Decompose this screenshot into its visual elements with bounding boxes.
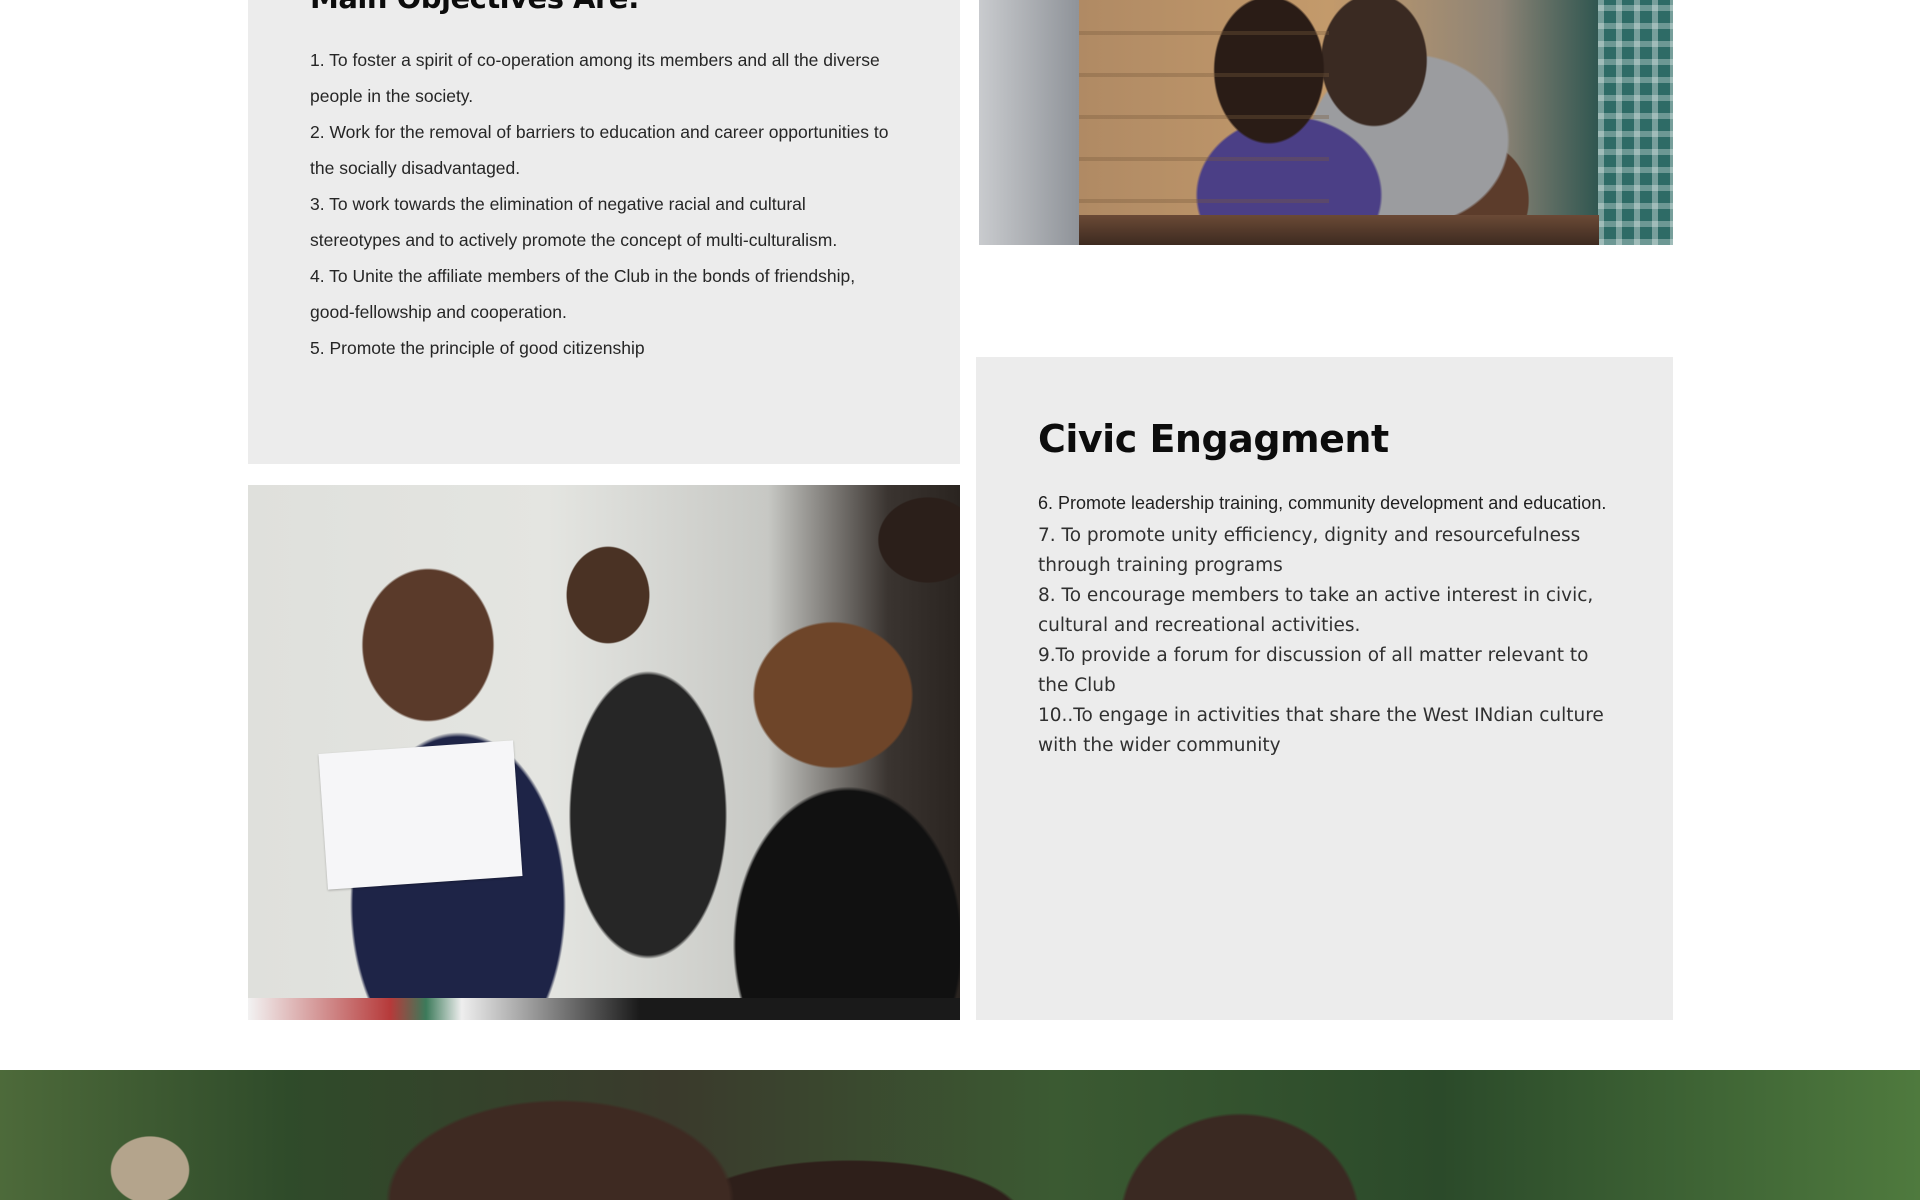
civic-engagement-list: 6. Promote leadership training, communit… <box>1038 485 1613 761</box>
clasped-hands-banner-photo <box>0 1070 1920 1200</box>
volunteer-shirt-sleeve <box>979 0 1079 245</box>
tablecloth <box>248 998 960 1020</box>
objective-item-5: 5. Promote the principle of good citizen… <box>310 338 645 358</box>
civic-item-9: 9.To provide a forum for discussion of a… <box>1038 645 1589 696</box>
cardboard-shelves <box>1079 0 1329 245</box>
objective-item-3: 3. To work towards the elimination of ne… <box>310 194 838 250</box>
food-table <box>1079 215 1599 245</box>
civic-engagement-heading: Civic Engagment <box>1038 417 1389 461</box>
gift-certificate-envelope <box>318 740 523 890</box>
plaid-shirt <box>1598 0 1673 245</box>
civic-engagement-panel: Civic Engagment 6. Promote leadership tr… <box>976 357 1673 1020</box>
civic-item-7: 7. To promote unity efficiency, dignity … <box>1038 525 1581 576</box>
objectives-list: 1. To foster a spirit of co-operation am… <box>310 42 900 366</box>
objectives-panel: Main Objectives Are: 1. To foster a spir… <box>248 0 960 464</box>
objective-item-4: 4. To Unite the affiliate members of the… <box>310 266 856 322</box>
objective-item-1: 1. To foster a spirit of co-operation am… <box>310 50 880 106</box>
civic-item-6: 6. Promote leadership training, communit… <box>1038 493 1607 513</box>
civic-item-8: 8. To encourage members to take an activ… <box>1038 585 1594 636</box>
civic-item-10: 10..To engage in activities that share t… <box>1038 705 1604 756</box>
objectives-heading: Main Objectives Are: <box>310 0 640 16</box>
volunteers-photo <box>979 0 1673 245</box>
objective-item-2: 2. Work for the removal of barriers to e… <box>310 122 889 178</box>
gala-dinner-photo <box>248 485 960 1020</box>
